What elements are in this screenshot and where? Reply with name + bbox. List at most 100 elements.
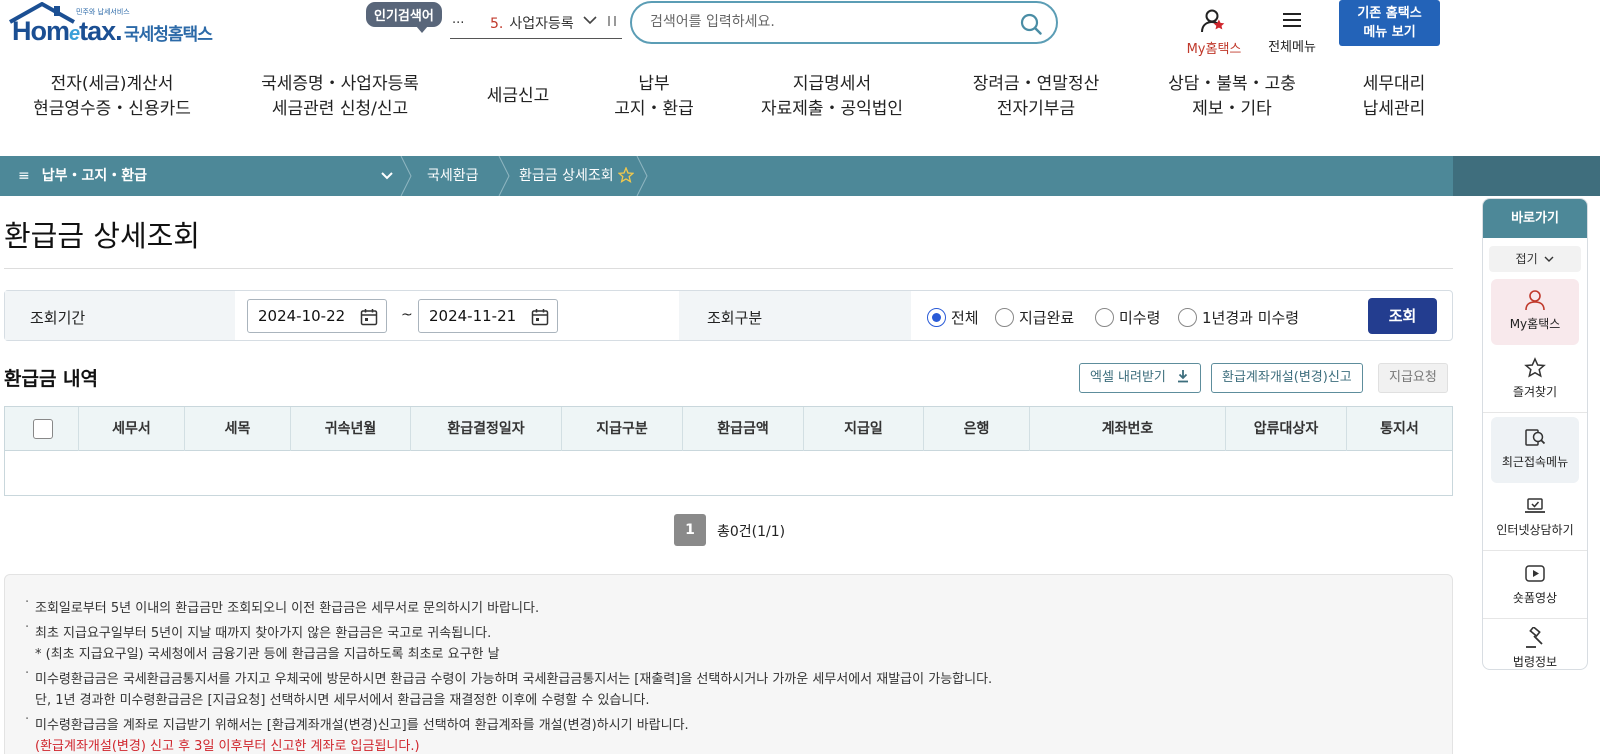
page-number-current[interactable]: 1: [674, 514, 706, 546]
gnb-line1: 국세증명・사업자등록: [261, 74, 419, 94]
radio-circle[interactable]: [1178, 308, 1197, 327]
gnb-item-tax-report[interactable]: 세금신고: [482, 84, 554, 109]
gnb-line2: 제보・기타: [1192, 99, 1272, 119]
logo-wordmark: Hometax.: [12, 16, 123, 46]
gnb-item-statements[interactable]: 지급명세서 자료제출・공익법인: [756, 72, 908, 122]
radio-all[interactable]: 전체: [927, 307, 979, 328]
quick-menu-fold-button[interactable]: 접기: [1489, 246, 1581, 272]
col-period[interactable]: 귀속년월: [291, 407, 411, 451]
gnb-line1: 전자(세금)계산서: [50, 74, 174, 94]
period-label-cell: 조회기간: [5, 291, 235, 340]
col-bank[interactable]: 은행: [924, 407, 1030, 451]
main-navigation: 전자(세금)계산서현금영수증・신용카드 국세증명・사업자등록 세금관련 신청/신고…: [0, 72, 1600, 126]
quick-item-online-consult[interactable]: 인터넷상담하기: [1483, 485, 1587, 551]
radio-unclaimed-over-1y[interactable]: 1년경과 미수령: [1178, 307, 1299, 328]
quick-item-recent-menu[interactable]: 최근접속메뉴: [1491, 417, 1579, 483]
star-icon: [1524, 357, 1546, 378]
old-hometax-line2: 메뉴 보기: [1363, 25, 1416, 40]
breadcrumb-separator-icon: [498, 156, 510, 196]
col-notice[interactable]: 통지서: [1347, 407, 1452, 451]
section-title: 환급금 내역: [4, 368, 99, 390]
my-hometax-link[interactable]: My홈택스: [1181, 8, 1247, 57]
select-all-cell: [5, 407, 79, 451]
gnb-line2: 현금영수증・신용카드: [33, 99, 191, 119]
col-payment-type[interactable]: 지급구분: [562, 407, 683, 451]
col-payment-date[interactable]: 지급일: [804, 407, 924, 451]
header: 민주와 납세서비스 Hometax. 국세청홈택스 인기검색어 ... 5. 사업…: [0, 0, 1600, 58]
search-input[interactable]: [650, 14, 1010, 30]
search-icon[interactable]: [1020, 13, 1042, 35]
col-decision-date[interactable]: 환급결정일자: [411, 407, 562, 451]
breadcrumb-item-refund[interactable]: 국세환급: [427, 156, 479, 196]
col-tax-office[interactable]: 세무서: [79, 407, 185, 451]
chevron-down-icon[interactable]: [583, 15, 597, 25]
date-from-field[interactable]: 2024-10-22: [247, 299, 387, 333]
gnb-line2: 전자기부금: [996, 99, 1076, 119]
user-star-icon: [1201, 9, 1225, 33]
popular-search-keyword[interactable]: 5. 사업자등록: [450, 6, 622, 39]
refund-account-button[interactable]: 환급계좌개설(변경)신고: [1211, 363, 1363, 393]
document-search-icon: [1525, 429, 1546, 446]
play-icon: [1525, 565, 1545, 582]
radio-circle[interactable]: [927, 308, 946, 327]
laptop-check-icon: [1525, 498, 1545, 513]
gnb-item-certificates[interactable]: 국세증명・사업자등록 세금관련 신청/신고: [256, 72, 424, 122]
radio-circle[interactable]: [995, 308, 1014, 327]
notice-line-4-sub: (환급계좌개설(변경) 신고 후 3일 이후부터 신고한 계좌로 입금됩니다.): [35, 739, 420, 754]
radio-paid[interactable]: 지급완료: [995, 307, 1074, 328]
notice-line-3: 미수령환급금은 국세환급금통지서를 가지고 우체국에 방문하시면 환급금 수령이…: [25, 666, 992, 687]
excel-download-button[interactable]: 엑셀 내려받기: [1079, 363, 1202, 393]
date-to-field[interactable]: 2024-11-21: [418, 299, 558, 333]
breadcrumb-menu[interactable]: ≡ 납부・고지・환급: [18, 156, 147, 196]
all-menu-button[interactable]: 전체메뉴: [1264, 8, 1320, 55]
quick-item-my-hometax[interactable]: My홈택스: [1491, 279, 1579, 345]
quick-item-favorites[interactable]: 즐겨찾기: [1483, 347, 1587, 413]
gnb-item-tax-agent[interactable]: 세무대리 납세관리: [1354, 72, 1434, 122]
old-hometax-menu-button[interactable]: 기존 홈택스 메뉴 보기: [1339, 0, 1440, 46]
gnb-item-e-invoice[interactable]: 전자(세금)계산서현금영수증・신용카드: [28, 72, 196, 122]
gnb-item-incentives[interactable]: 장려금・연말정산 전자기부금: [966, 72, 1106, 122]
table-header: 세무서 세목 귀속년월 환급결정일자 지급구분 환급금액 지급일 은행 계좌번호…: [5, 407, 1452, 451]
refund-table: 세무서 세목 귀속년월 환급결정일자 지급구분 환급금액 지급일 은행 계좌번호…: [4, 406, 1453, 496]
quick-item-law-info[interactable]: 법령정보: [1483, 617, 1587, 669]
radio-unclaimed[interactable]: 미수령: [1095, 307, 1160, 328]
pause-icon[interactable]: [607, 14, 617, 28]
breadcrumb-item-current: 환급금 상세조회: [519, 168, 614, 184]
notice-line-3-sub: 단, 1년 경과한 미수령환급금은 [지급요청] 선택하시면 세무서에서 환급금…: [35, 693, 650, 708]
select-all-checkbox[interactable]: [33, 419, 53, 439]
calendar-icon[interactable]: [360, 308, 378, 326]
type-label: 조회구분: [707, 309, 763, 327]
breadcrumb-bar-extension: [1453, 156, 1600, 196]
gnb-item-payment[interactable]: 납부 고지・환급: [608, 72, 700, 122]
quick-item-label: 최근접속메뉴: [1501, 455, 1569, 469]
col-account-number[interactable]: 계좌번호: [1030, 407, 1226, 451]
notice-box: 조회일로부터 5년 이내의 환급금만 조회되오니 이전 환급금은 세무서로 문의…: [4, 574, 1453, 754]
col-seizure-target[interactable]: 압류대상자: [1226, 407, 1347, 451]
gnb-line1: 세금신고: [486, 86, 550, 106]
total-count: 총0건(1/1): [717, 524, 786, 540]
notice-line-2: 최초 지급요구일부터 5년이 지날 때까지 찾아가지 않은 환급금은 국고로 귀…: [25, 620, 491, 641]
calendar-icon[interactable]: [531, 308, 549, 326]
hamburger-icon: [1283, 13, 1301, 27]
quick-item-shortform-video[interactable]: 숏폼영상: [1483, 553, 1587, 619]
chevron-down-icon: [1544, 256, 1554, 262]
col-tax-item[interactable]: 세목: [185, 407, 291, 451]
logo-korean-name: 국세청홈택스: [124, 25, 213, 45]
payment-request-button[interactable]: 지급요청: [1378, 363, 1448, 393]
popular-rank: 5.: [490, 16, 504, 32]
radio-unclaimed-over-1y-label: 1년경과 미수령: [1202, 309, 1300, 327]
search-button[interactable]: 조회: [1368, 298, 1437, 334]
radio-circle[interactable]: [1095, 308, 1114, 327]
notice-line-2-sub: * (최초 지급요구일) 국세청에서 금융기관 등에 환급금을 지급하도록 최초…: [35, 647, 500, 662]
download-icon: [1178, 370, 1189, 383]
hometax-logo[interactable]: 민주와 납세서비스 Hometax. 국세청홈택스: [6, 2, 221, 48]
quick-item-label: My홈택스: [1509, 317, 1561, 331]
gnb-item-consulting[interactable]: 상담・불복・고충제보・기타: [1162, 72, 1302, 122]
col-refund-amount[interactable]: 환급금액: [683, 407, 804, 451]
page-title: 환급금 상세조회: [4, 219, 200, 253]
my-hometax-label: My홈택스: [1186, 42, 1242, 57]
star-icon[interactable]: [618, 167, 634, 183]
gnb-line1: 상담・불복・고충: [1168, 74, 1296, 94]
chevron-down-icon[interactable]: [380, 168, 394, 184]
quick-item-label: 인터넷상담하기: [1496, 523, 1574, 537]
